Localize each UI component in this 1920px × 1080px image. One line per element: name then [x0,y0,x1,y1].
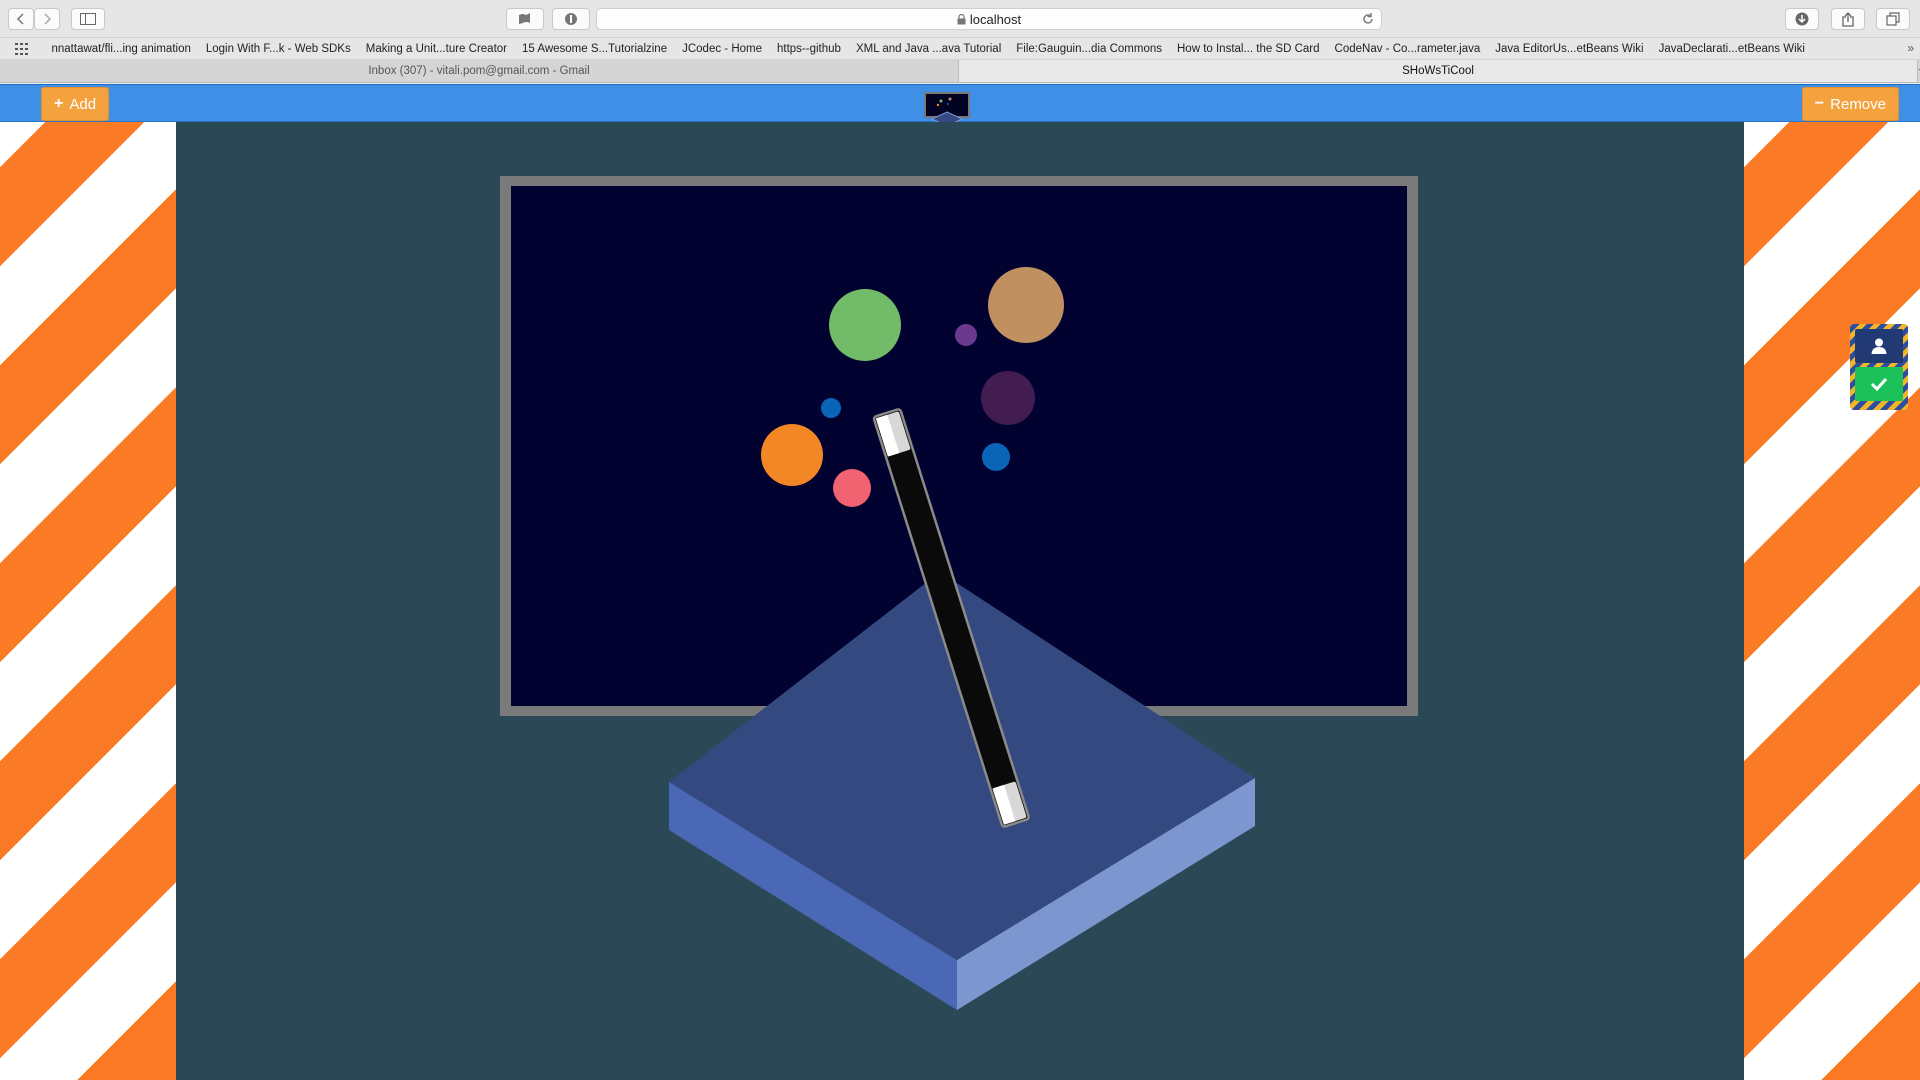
sidebar-icon [80,13,96,25]
scene-stage[interactable] [176,122,1744,1080]
tabs-icon [1886,12,1900,26]
downloads-button[interactable] [1785,8,1819,30]
add-button[interactable]: + Add [41,87,110,121]
extension-button-1[interactable] [506,8,544,30]
bookmark-item[interactable]: File:Gauguin...dia Commons [1009,43,1170,55]
bookmark-item[interactable]: Making a Unit...ture Creator [358,43,514,55]
bookmark-item[interactable]: How to Instal... the SD Card [1170,43,1328,55]
bookmark-item[interactable]: CodeNav - Co...rameter.java [1327,43,1488,55]
bubble-pink[interactable] [833,469,871,507]
confirm-button[interactable] [1855,367,1903,401]
user-button[interactable] [1855,329,1903,363]
remove-button-label: Remove [1830,95,1886,113]
bookmark-item[interactable]: nnattawat/fli...ing animation [44,43,198,55]
bookmark-item[interactable]: Login With F...k - Web SDKs [198,43,358,55]
bookmark-item[interactable]: 15 Awesome S...Tutorialzine [515,43,675,55]
download-icon [1795,12,1809,26]
hazard-stripes-right [1744,122,1920,1080]
scene-canvas[interactable] [176,122,1744,1080]
bookmark-item[interactable]: JCodec - Home [675,43,770,55]
bookmark-item[interactable]: XML and Java ...ava Tutorial [848,43,1008,55]
user-icon [1871,338,1887,354]
tab-bar: Inbox (307) - vitali.pom@gmail.com - Gma… [0,60,1920,83]
remove-button[interactable]: − Remove [1801,87,1899,121]
tabs-overview-button[interactable] [1876,8,1910,30]
shield-icon [565,13,577,25]
bookmarks-overflow-icon[interactable]: » [1907,41,1914,55]
extension-icon [519,13,530,24]
side-panel [1850,324,1908,410]
add-button-label: Add [69,95,97,113]
chevron-left-icon [16,13,24,25]
bubble-purple-small[interactable] [955,324,977,346]
reload-icon[interactable] [1361,12,1375,26]
bubble-tan[interactable] [988,267,1064,343]
tab-app[interactable]: SHoWsTiCool [959,60,1918,82]
sidebar-toggle-button[interactable] [71,8,105,30]
chevron-right-icon [44,13,52,25]
tab-gmail[interactable]: Inbox (307) - vitali.pom@gmail.com - Gma… [0,60,959,82]
apps-grid-icon[interactable] [0,42,44,55]
hazard-stripes-left [0,122,176,1080]
app-header: + Add − Remove [0,84,1920,127]
minus-icon: − [1814,95,1825,112]
bookmark-item[interactable]: https--github [770,43,849,55]
address-bar[interactable]: localhost [596,8,1382,30]
extension-button-2[interactable] [552,8,590,30]
check-icon [1870,377,1888,391]
bookmark-item[interactable]: JavaDeclarati...etBeans Wiki [1651,43,1812,55]
forward-button[interactable] [34,8,60,30]
share-button[interactable] [1831,8,1865,30]
plus-icon: + [54,95,64,112]
url-text: localhost [969,11,1022,27]
back-button[interactable] [8,8,34,30]
lock-icon [957,13,966,24]
browser-toolbar: localhost [0,0,1920,38]
share-icon [1842,11,1854,27]
bookmark-item[interactable]: Java EditorUs...etBeans Wiki [1488,43,1651,55]
bubble-dark-purple[interactable] [981,371,1035,425]
bubble-blue[interactable] [982,443,1010,471]
bubble-green[interactable] [829,289,901,361]
bookmarks-bar: nnattawat/fli...ing animation Login With… [0,38,1920,60]
bubble-blue-small[interactable] [821,398,841,418]
bubble-orange[interactable] [761,424,823,486]
